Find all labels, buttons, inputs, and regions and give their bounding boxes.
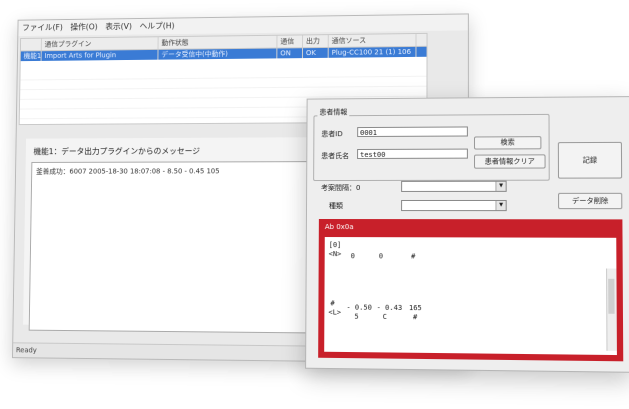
column-header[interactable]: 通信プラグイン (41, 37, 159, 51)
patient-id-label: 患者ID (321, 130, 343, 139)
chevron-down-icon: ▼ (495, 200, 506, 211)
menu-view[interactable]: 表示(V) (105, 19, 132, 35)
output-scrollbar[interactable] (606, 268, 617, 351)
output-label: <L> (328, 308, 342, 317)
interval-select[interactable]: ▼ (401, 180, 507, 192)
interval-label: 考案間隔：0 (321, 183, 361, 193)
output-value: 0 (378, 252, 384, 261)
output-mark: # (330, 299, 335, 308)
patient-name-label: 患者氏名 (321, 152, 350, 161)
output-panel: Ab 0x0a [0] <N> 0 0 # # <L> - 0.50 - 0.4… (318, 218, 624, 362)
output-value: # (412, 313, 418, 322)
output-value: # (411, 252, 416, 261)
output-value: C (382, 312, 387, 322)
status-text: Ready (15, 346, 37, 355)
patient-info-title: 患者情報 (317, 107, 350, 118)
table-cell: Plug-CC100 21 (1) 106 (328, 46, 417, 58)
chevron-down-icon: ▼ (495, 181, 506, 191)
output-value: - 0.43 (376, 303, 403, 313)
menu-operation[interactable]: 操作(O) (70, 20, 97, 36)
menu-help[interactable]: ヘルプ(H) (139, 18, 175, 34)
output-value: - 0.50 (346, 303, 372, 312)
scrollbar-thumb[interactable] (608, 278, 615, 314)
output-area[interactable]: [0] <N> 0 0 # # <L> - 0.50 - 0.43 165 5 … (324, 237, 617, 356)
delete-data-button[interactable]: データ削除 (558, 192, 623, 210)
column-header[interactable]: 通信 (277, 35, 304, 48)
message-line: 釜善成功：6007 2005-18-30 18:07:08 - 8.50 - 0… (35, 167, 220, 176)
clear-patient-button[interactable]: 患者情報クリア (473, 154, 546, 169)
column-header[interactable]: 出力 (302, 35, 329, 48)
output-value: 5 (354, 312, 359, 321)
patient-name-input[interactable]: test00 (357, 148, 468, 159)
kind-select[interactable]: ▼ (401, 199, 507, 212)
message-title: 機能1：データ出力プラグインからのメッセージ (33, 146, 201, 157)
patient-id-input[interactable]: 0001 (357, 126, 468, 138)
output-panel-title: Ab 0x0a (324, 223, 354, 232)
output-value: 0 (350, 252, 355, 261)
menu-file[interactable]: ファイル(F) (22, 20, 63, 36)
column-header[interactable]: 通信ソース (328, 34, 417, 47)
table-cell: Import Arts for Plugin (41, 49, 159, 61)
column-header[interactable]: 動作状態 (158, 35, 278, 49)
kind-label: 種類 (328, 201, 343, 211)
table-cell: ON (277, 48, 303, 59)
column-header[interactable] (20, 38, 42, 51)
output-head: <N> (328, 250, 342, 259)
table-cell: データ受信中(中動作) (158, 48, 278, 60)
table-cell: 機能1 (20, 51, 42, 62)
record-button[interactable]: 記録 (557, 141, 623, 179)
output-value: 165 (408, 303, 422, 313)
search-button[interactable]: 検索 (473, 136, 542, 150)
message-log[interactable]: 釜善成功：6007 2005-18-30 18:07:08 - 8.50 - 0… (28, 161, 311, 334)
output-head: [0] (328, 241, 342, 250)
table-cell: OK (302, 47, 329, 59)
patient-dialog: 患者情報 患者ID 0001 患者氏名 test00 検索 患者情報クリア 考案… (305, 96, 629, 373)
message-panel: 機能1：データ出力プラグインからのメッセージ 釜善成功：6007 2005-18… (23, 137, 311, 334)
